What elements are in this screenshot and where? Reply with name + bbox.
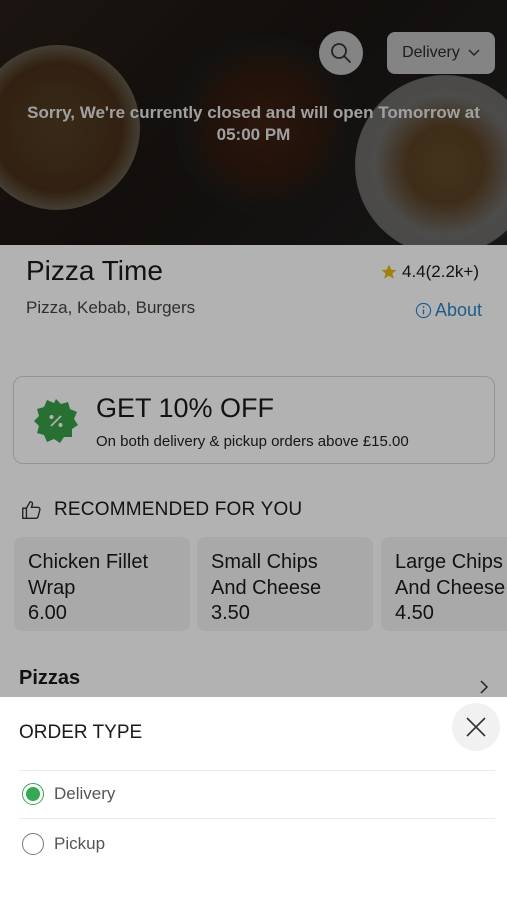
- radio-button-delivery[interactable]: [22, 783, 44, 805]
- restaurant-page: Delivery Sorry, We're currently closed a…: [0, 0, 507, 900]
- order-type-option-pickup[interactable]: Pickup: [22, 833, 105, 855]
- option-label: Delivery: [54, 784, 116, 803]
- modal-backdrop[interactable]: [0, 0, 507, 697]
- sheet-title: ORDER TYPE: [19, 722, 143, 743]
- radio-button-pickup[interactable]: [22, 833, 44, 855]
- order-type-sheet: ORDER TYPE Delivery Pickup: [0, 697, 507, 900]
- close-button[interactable]: [452, 703, 500, 751]
- divider: [19, 818, 495, 819]
- order-type-option-delivery[interactable]: Delivery: [22, 783, 115, 805]
- divider: [19, 770, 495, 771]
- option-label: Pickup: [54, 834, 106, 853]
- close-icon: [466, 717, 486, 737]
